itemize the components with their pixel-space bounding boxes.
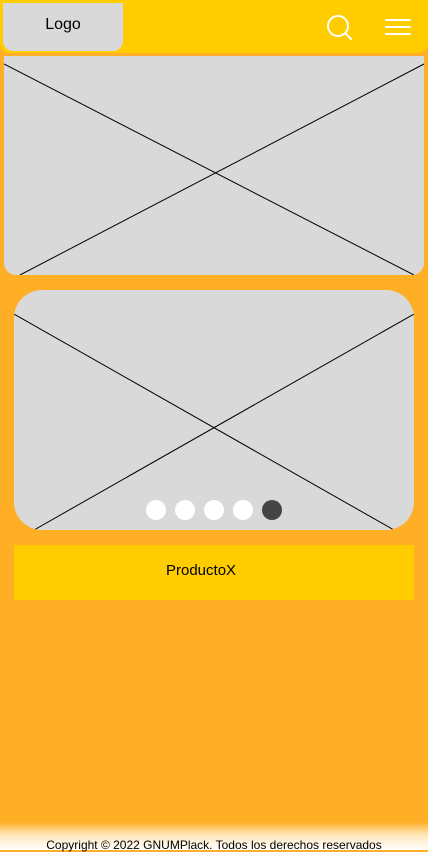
search-button[interactable] bbox=[324, 12, 354, 42]
carousel-dot[interactable] bbox=[233, 500, 253, 520]
logo[interactable]: Logo bbox=[3, 3, 123, 51]
image-placeholder-cross bbox=[4, 63, 424, 275]
header-bar: Logo bbox=[0, 0, 428, 53]
logo-text: Logo bbox=[45, 16, 81, 33]
carousel-dot[interactable] bbox=[146, 500, 166, 520]
hamburger-menu-icon bbox=[385, 19, 411, 35]
carousel-indicators bbox=[14, 500, 414, 520]
image-placeholder-cross bbox=[14, 313, 414, 530]
menu-button[interactable] bbox=[383, 12, 413, 42]
carousel-dot[interactable] bbox=[204, 500, 224, 520]
search-icon bbox=[327, 15, 352, 40]
product-name: ProductoX bbox=[166, 562, 237, 579]
carousel-dot[interactable] bbox=[262, 500, 282, 520]
banner-image-placeholder bbox=[4, 56, 424, 275]
carousel-dot[interactable] bbox=[175, 500, 195, 520]
product-link[interactable]: ProductoX bbox=[14, 545, 414, 600]
footer: Copyright © 2022 GNUMPlack. Todos los de… bbox=[0, 822, 428, 852]
product-carousel[interactable] bbox=[14, 290, 414, 530]
